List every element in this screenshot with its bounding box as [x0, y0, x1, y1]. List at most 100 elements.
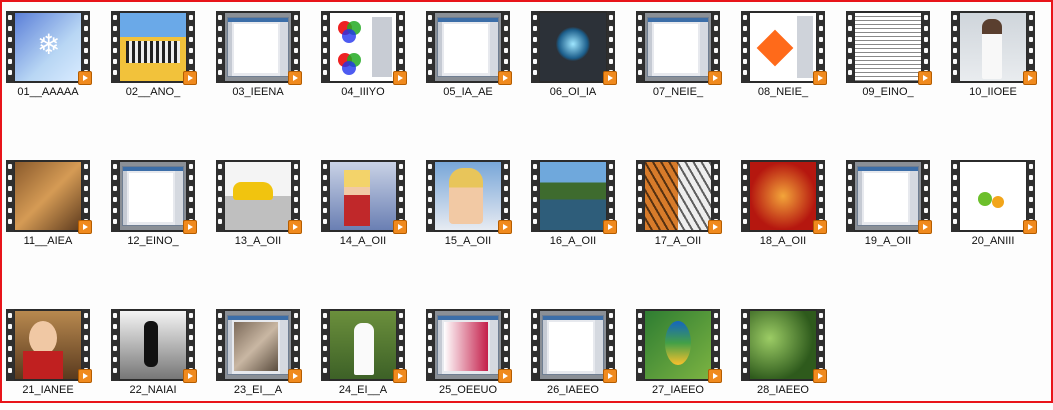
thumbnail-image	[855, 13, 921, 81]
thumbnail-image	[435, 13, 501, 81]
video-thumbnail	[111, 160, 197, 234]
video-thumbnail	[111, 11, 197, 85]
video-file-item[interactable]: 04_IIIYO	[315, 2, 420, 112]
video-file-item[interactable]: 10_IIOEE	[945, 2, 1050, 112]
film-strip-edge	[321, 11, 329, 83]
play-icon	[708, 71, 722, 85]
file-name-label: 26_IAEEO	[547, 384, 599, 396]
thumbnail-image	[960, 162, 1026, 230]
video-file-item[interactable]: 28_IAEEO	[735, 300, 840, 410]
video-thumbnail	[951, 11, 1037, 85]
film-strip-edge	[531, 160, 539, 232]
play-icon	[603, 369, 617, 383]
file-name-label: 27_IAEEO	[652, 384, 704, 396]
thumbnail-image	[225, 162, 291, 230]
thumbnail-image	[15, 311, 81, 379]
play-icon	[78, 71, 92, 85]
play-icon	[288, 71, 302, 85]
video-file-item[interactable]: 06_OI_IA	[525, 2, 630, 112]
video-thumbnail	[426, 11, 512, 85]
video-thumbnail	[846, 11, 932, 85]
video-thumbnail	[741, 309, 827, 383]
video-file-item[interactable]: 11__AIEA	[0, 151, 105, 261]
video-file-item[interactable]: 26_IAEEO	[525, 300, 630, 410]
video-file-item[interactable]: 15_A_OII	[420, 151, 525, 261]
play-icon	[813, 71, 827, 85]
video-file-item[interactable]: 27_IAEEO	[630, 300, 735, 410]
video-thumbnail	[531, 160, 617, 234]
file-name-label: 07_NEIE_	[652, 86, 704, 98]
file-name-label: 08_NEIE_	[757, 86, 809, 98]
video-thumbnail	[216, 309, 302, 383]
film-strip-edge	[426, 11, 434, 83]
thumbnail-image	[120, 13, 186, 81]
video-thumbnail	[636, 11, 722, 85]
thumbnail-image	[540, 311, 606, 379]
film-strip-edge	[636, 160, 644, 232]
video-file-item[interactable]: 05_IA_AE	[420, 2, 525, 112]
thumbnail-image	[645, 162, 711, 230]
video-file-item[interactable]: 07_NEIE_	[630, 2, 735, 112]
video-file-item[interactable]: 22_NAIAI	[105, 300, 210, 410]
play-icon	[498, 369, 512, 383]
thumbnail-image	[960, 13, 1026, 81]
video-file-item[interactable]: 13_A_OII	[210, 151, 315, 261]
video-thumbnail	[741, 160, 827, 234]
film-strip-edge	[6, 11, 14, 83]
file-name-label: 16_A_OII	[549, 235, 597, 247]
thumbnail-image	[540, 162, 606, 230]
film-strip-edge	[216, 309, 224, 381]
video-file-item[interactable]: 02__ANO_	[105, 2, 210, 112]
video-file-item[interactable]: 09_EINO_	[840, 2, 945, 112]
file-name-label: 10_IIOEE	[969, 86, 1017, 98]
play-icon	[288, 220, 302, 234]
film-strip-edge	[321, 160, 329, 232]
video-file-item[interactable]: 08_NEIE_	[735, 2, 840, 112]
video-file-item[interactable]: 19_A_OII	[840, 151, 945, 261]
play-icon	[183, 369, 197, 383]
video-file-item[interactable]: 14_A_OII	[315, 151, 420, 261]
thumbnail-image	[15, 162, 81, 230]
thumbnail-image	[750, 311, 816, 379]
video-file-item[interactable]: 21_IANEE	[0, 300, 105, 410]
video-file-item[interactable]: 16_A_OII	[525, 151, 630, 261]
film-strip-edge	[741, 309, 749, 381]
video-thumbnail	[426, 160, 512, 234]
file-name-label: 01__AAAAA	[17, 86, 79, 98]
video-file-item[interactable]: ❄ 01__AAAAA	[0, 2, 105, 112]
video-thumbnail	[426, 309, 512, 383]
video-file-item[interactable]: 12_EINO_	[105, 151, 210, 261]
file-name-label: 23_EI__A	[233, 384, 283, 396]
file-name-label: 14_A_OII	[339, 235, 387, 247]
play-icon	[813, 220, 827, 234]
file-name-label: 06_OI_IA	[549, 86, 597, 98]
video-file-item[interactable]: 24_EI__A	[315, 300, 420, 410]
video-file-item[interactable]: 03_IEENA	[210, 2, 315, 112]
film-strip-edge	[111, 309, 119, 381]
thumbnail-image	[645, 13, 711, 81]
thumbnail-image	[855, 162, 921, 230]
video-file-item[interactable]: 18_A_OII	[735, 151, 840, 261]
video-thumbnail: ❄	[6, 11, 92, 85]
thumbnail-image	[330, 311, 396, 379]
film-strip-edge	[531, 309, 539, 381]
film-strip-edge	[6, 160, 14, 232]
video-thumbnail	[216, 160, 302, 234]
play-icon	[918, 71, 932, 85]
file-name-label: 17_A_OII	[654, 235, 702, 247]
video-thumbnail	[951, 160, 1037, 234]
file-name-label: 09_EINO_	[862, 86, 914, 98]
video-file-item[interactable]: 25_OEEUO	[420, 300, 525, 410]
film-strip-edge	[6, 309, 14, 381]
film-strip-edge	[111, 11, 119, 83]
thumbnail-image	[120, 311, 186, 379]
file-name-label: 19_A_OII	[864, 235, 912, 247]
film-strip-edge	[426, 309, 434, 381]
video-thumbnail	[636, 160, 722, 234]
play-icon	[288, 369, 302, 383]
thumbnail-image	[225, 311, 291, 379]
video-file-item[interactable]: 23_EI__A	[210, 300, 315, 410]
video-file-item[interactable]: 20_ANIII	[945, 151, 1050, 261]
video-file-item[interactable]: 17_A_OII	[630, 151, 735, 261]
thumbnail-image	[540, 13, 606, 81]
